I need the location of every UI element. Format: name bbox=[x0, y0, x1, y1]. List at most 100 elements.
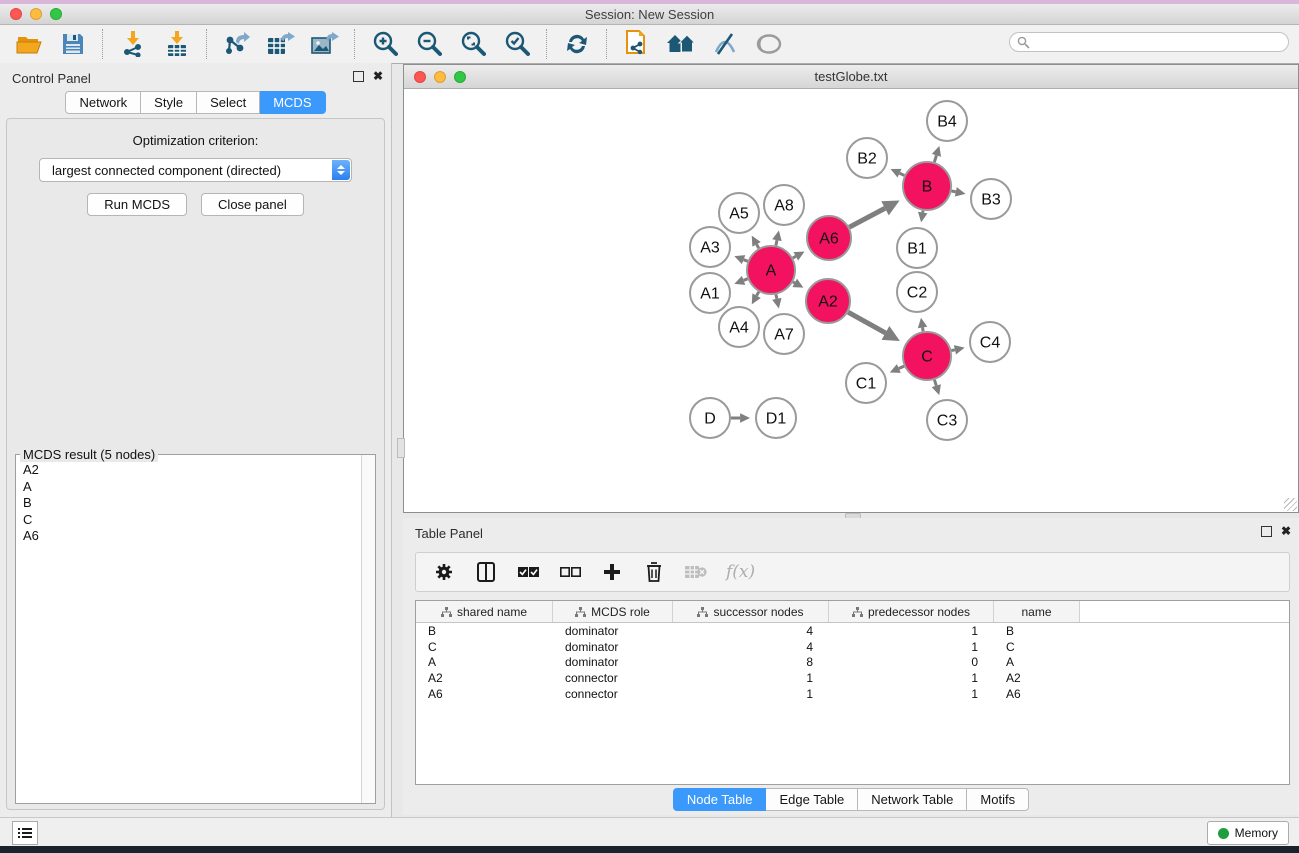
tab-node-table[interactable]: Node Table bbox=[673, 788, 767, 811]
graph-edge-A-A3[interactable] bbox=[744, 260, 748, 262]
deselect-all-rows-icon[interactable] bbox=[558, 560, 582, 584]
birds-eye-view-icon[interactable] bbox=[752, 29, 786, 59]
search-input[interactable] bbox=[1009, 32, 1289, 52]
column-header-name[interactable]: name bbox=[994, 601, 1080, 622]
memory-button[interactable]: Memory bbox=[1207, 821, 1289, 845]
graph-node-C[interactable]: C bbox=[903, 332, 951, 380]
zoom-fit-icon[interactable] bbox=[456, 29, 490, 59]
open-session-icon[interactable] bbox=[12, 29, 46, 59]
table-cell[interactable]: 0 bbox=[829, 655, 994, 669]
run-mcds-button[interactable]: Run MCDS bbox=[87, 193, 187, 216]
save-session-icon[interactable] bbox=[56, 29, 90, 59]
graph-edge-A-A5[interactable] bbox=[757, 244, 759, 248]
table-cell[interactable]: A6 bbox=[994, 687, 1080, 701]
tab-select[interactable]: Select bbox=[197, 91, 260, 114]
graph-node-A3[interactable]: A3 bbox=[690, 227, 730, 267]
criterion-dropdown[interactable]: largest connected component (directed) bbox=[39, 158, 352, 182]
table-cell[interactable]: connector bbox=[553, 687, 673, 701]
zoom-in-icon[interactable] bbox=[368, 29, 402, 59]
table-cell[interactable]: 1 bbox=[829, 640, 994, 654]
mcds-result-list[interactable]: A2ABCA6 bbox=[17, 461, 361, 802]
tab-mcds[interactable]: MCDS bbox=[260, 91, 325, 114]
splitter-handle-vertical[interactable] bbox=[397, 438, 405, 458]
column-header-mcds-role[interactable]: MCDS role bbox=[553, 601, 673, 622]
graph-node-B4[interactable]: B4 bbox=[927, 101, 967, 141]
graph-node-C4[interactable]: C4 bbox=[970, 322, 1010, 362]
graph-node-C3[interactable]: C3 bbox=[927, 400, 967, 440]
tab-network[interactable]: Network bbox=[65, 91, 141, 114]
tab-network-table[interactable]: Network Table bbox=[858, 788, 967, 811]
mcds-result-scrollbar[interactable] bbox=[361, 455, 375, 803]
graph-edge-A-A7[interactable] bbox=[776, 294, 777, 298]
graph-node-A1[interactable]: A1 bbox=[690, 273, 730, 313]
refresh-icon[interactable] bbox=[560, 29, 594, 59]
import-network-icon[interactable] bbox=[116, 29, 150, 59]
table-cell[interactable]: C bbox=[994, 640, 1080, 654]
zoom-selected-icon[interactable] bbox=[500, 29, 534, 59]
graph-node-B2[interactable]: B2 bbox=[847, 138, 887, 178]
zoom-out-icon[interactable] bbox=[412, 29, 446, 59]
table-cell[interactable]: B bbox=[994, 624, 1080, 638]
resize-grip-icon[interactable] bbox=[1284, 498, 1297, 511]
column-header-shared-name[interactable]: shared name bbox=[416, 601, 553, 622]
table-cell[interactable]: A bbox=[994, 655, 1080, 669]
graph-edge-A-A8[interactable] bbox=[776, 240, 777, 245]
hide-graphics-details-icon[interactable] bbox=[708, 29, 742, 59]
graph-node-C1[interactable]: C1 bbox=[846, 363, 886, 403]
tab-style[interactable]: Style bbox=[141, 91, 197, 114]
graph-node-D1[interactable]: D1 bbox=[756, 398, 796, 438]
mcds-result-item[interactable]: A bbox=[17, 478, 361, 495]
close-panel-button[interactable]: Close panel bbox=[201, 193, 304, 216]
graph-edge-B-B3[interactable] bbox=[951, 191, 955, 192]
table-cell[interactable]: A2 bbox=[994, 671, 1080, 685]
column-header-predecessor-nodes[interactable]: predecessor nodes bbox=[829, 601, 994, 622]
column-header-successor-nodes[interactable]: successor nodes bbox=[673, 601, 829, 622]
select-all-rows-icon[interactable] bbox=[516, 560, 540, 584]
apply-function-icon[interactable]: f(x) bbox=[726, 562, 755, 582]
delete-column-icon[interactable] bbox=[642, 560, 666, 584]
graph-edge-A-A6[interactable] bbox=[793, 256, 796, 258]
table-cell[interactable]: A6 bbox=[416, 687, 553, 701]
graph-node-A4[interactable]: A4 bbox=[719, 307, 759, 347]
home-icon[interactable] bbox=[664, 29, 698, 59]
graph-edge-A-A4[interactable] bbox=[757, 292, 759, 296]
float-panel-icon[interactable] bbox=[353, 71, 364, 82]
graph-edge-A-A1[interactable] bbox=[744, 279, 748, 281]
table-cell[interactable]: dominator bbox=[553, 655, 673, 669]
table-cell[interactable]: 1 bbox=[673, 687, 829, 701]
table-body[interactable]: Bdominator41BCdominator41CAdominator80AA… bbox=[416, 623, 1289, 702]
table-cell[interactable]: A bbox=[416, 655, 553, 669]
graph-edge-B-B2[interactable] bbox=[900, 173, 905, 175]
graph-edge-A2-C[interactable] bbox=[848, 312, 885, 333]
mcds-result-item[interactable]: A6 bbox=[17, 527, 361, 544]
graph-edge-A-A2[interactable] bbox=[793, 282, 795, 283]
graph-node-D[interactable]: D bbox=[690, 398, 730, 438]
graph-node-C2[interactable]: C2 bbox=[897, 272, 937, 312]
close-table-panel-icon[interactable]: ✖ bbox=[1281, 526, 1291, 537]
settings-gear-icon[interactable] bbox=[432, 560, 456, 584]
task-history-button[interactable] bbox=[12, 821, 38, 845]
table-cell[interactable]: C bbox=[416, 640, 553, 654]
table-cell[interactable]: 1 bbox=[829, 687, 994, 701]
mcds-result-item[interactable]: C bbox=[17, 511, 361, 528]
table-cell[interactable]: dominator bbox=[553, 640, 673, 654]
network-canvas[interactable]: B4B2BB3A5A8A6A3AB1A1A2C2A4A7C4CC1DD1C3 bbox=[405, 89, 1297, 511]
table-cell[interactable]: 4 bbox=[673, 640, 829, 654]
float-table-panel-icon[interactable] bbox=[1261, 526, 1272, 537]
graph-edge-C-C2[interactable] bbox=[923, 327, 924, 331]
add-column-icon[interactable] bbox=[600, 560, 624, 584]
toggle-columns-icon[interactable] bbox=[474, 560, 498, 584]
table-cell[interactable]: 1 bbox=[829, 671, 994, 685]
export-table-icon[interactable] bbox=[264, 29, 298, 59]
graph-node-A[interactable]: A bbox=[747, 246, 795, 294]
graph-node-A5[interactable]: A5 bbox=[719, 193, 759, 233]
copy-document-icon[interactable] bbox=[620, 29, 654, 59]
graph-edge-C-C1[interactable] bbox=[899, 366, 904, 368]
graph-edge-B-B4[interactable] bbox=[934, 155, 936, 162]
graph-node-A8[interactable]: A8 bbox=[764, 185, 804, 225]
graph-edge-C-C4[interactable] bbox=[951, 350, 955, 351]
mcds-result-item[interactable]: A2 bbox=[17, 461, 361, 478]
delete-table-icon[interactable] bbox=[684, 560, 708, 584]
graph-node-A6[interactable]: A6 bbox=[807, 216, 851, 260]
table-cell[interactable]: 1 bbox=[829, 624, 994, 638]
